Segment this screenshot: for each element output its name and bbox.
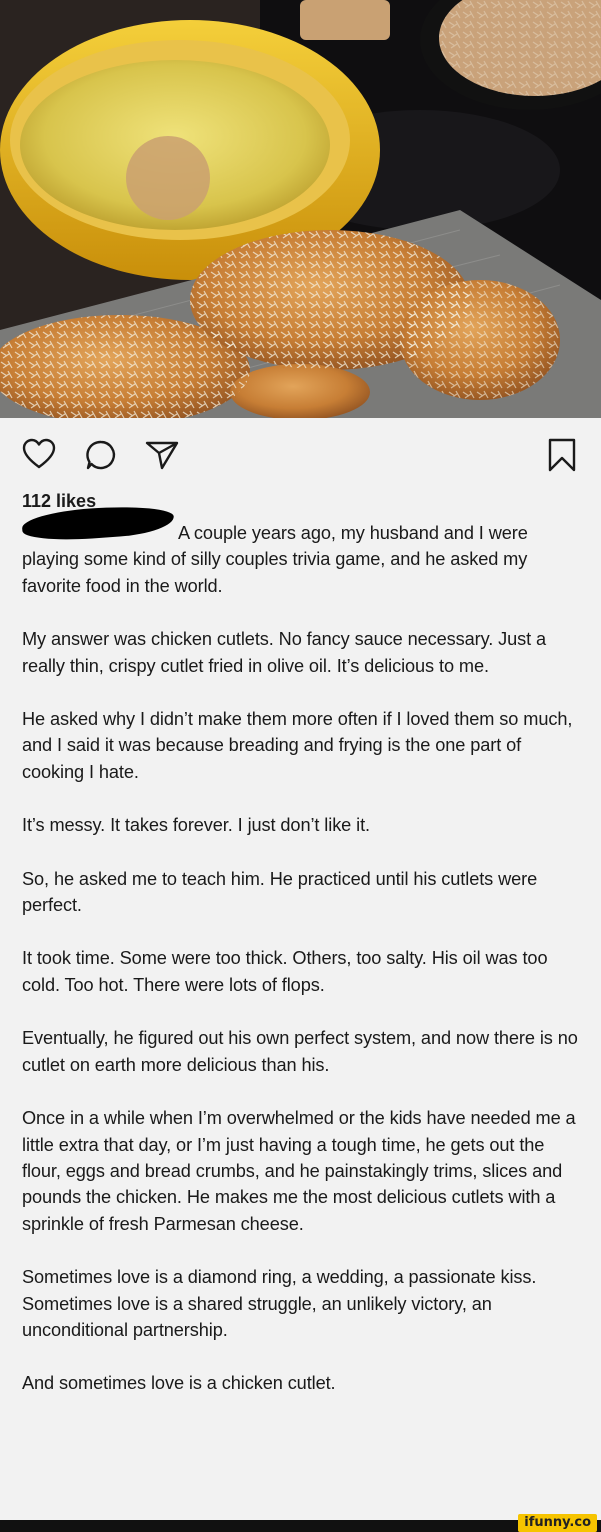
cutlets-photo: [0, 0, 601, 418]
caption-paragraph: Once in a while when I’m overwhelmed or …: [22, 1108, 576, 1234]
footer-bar: [0, 1520, 601, 1532]
caption-paragraph: And sometimes love is a chicken cutlet.: [22, 1373, 336, 1394]
caption-paragraph: It’s messy. It takes forever. I just don…: [22, 815, 371, 836]
post-photo: [0, 0, 601, 418]
caption-paragraph: Sometimes love is a diamond ring, a wedd…: [22, 1267, 537, 1340]
post-actions: [0, 418, 601, 490]
caption-paragraph: My answer was chicken cutlets. No fancy …: [22, 629, 547, 676]
bookmark-icon[interactable]: [547, 437, 577, 478]
comment-icon[interactable]: [85, 439, 117, 476]
heart-icon[interactable]: [22, 438, 56, 475]
username-redacted[interactable]: [21, 502, 175, 544]
caption-first-paragraph: A couple years ago, my husband and I wer…: [21, 502, 582, 599]
caption-paragraph: So, he asked me to teach him. He practic…: [22, 868, 538, 916]
caption-paragraph: Eventually, he figured out his own perfe…: [22, 1028, 578, 1075]
caption-paragraph: It took time. Some were too thick. Other…: [22, 948, 548, 995]
ifunny-watermark: ifunny.co: [518, 1514, 597, 1532]
caption-paragraph: He asked why I didn’t make them more oft…: [22, 709, 573, 782]
post-caption: A couple years ago, my husband and I wer…: [21, 502, 582, 1424]
send-icon[interactable]: [145, 440, 179, 475]
